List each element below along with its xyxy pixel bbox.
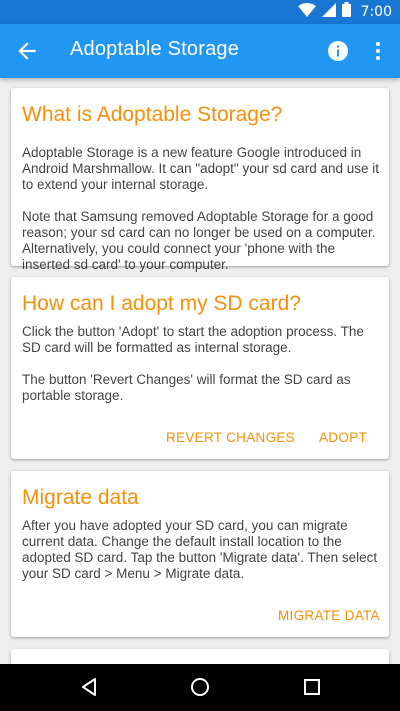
card-body: Click the button 'Adopt' to start the ad…	[22, 324, 364, 355]
more-vert-icon[interactable]	[366, 39, 390, 63]
card-title: Migrate data	[22, 486, 139, 509]
home-circle-icon[interactable]	[189, 676, 211, 698]
content-scroll[interactable]: What is Adoptable Storage? Adoptable Sto…	[0, 78, 400, 664]
app-bar: Adoptable Storage	[0, 24, 400, 78]
card-body: Adoptable Storage is a new feature Googl…	[22, 145, 380, 192]
wifi-icon	[297, 2, 316, 22]
card-migrate: Migrate data After you have adopted your…	[11, 471, 389, 637]
card-partial	[11, 649, 389, 664]
navigation-bar	[0, 664, 400, 711]
migrate-data-button[interactable]: MIGRATE DATA	[278, 608, 380, 623]
adopt-button[interactable]: ADOPT	[319, 430, 367, 445]
card-what-is: What is Adoptable Storage? Adoptable Sto…	[11, 88, 389, 272]
card-adopt: How can I adopt my SD card? Click the bu…	[11, 277, 389, 459]
revert-changes-button[interactable]: REVERT CHANGES	[166, 430, 295, 445]
card-title: What is Adoptable Storage?	[22, 103, 283, 126]
card-body: Note that Samsung removed Adoptable Stor…	[22, 209, 376, 272]
card-title: How can I adopt my SD card?	[22, 292, 301, 315]
recents-square-icon[interactable]	[301, 676, 323, 698]
card-body: After you have adopted your SD card, you…	[22, 518, 378, 581]
status-time: 7:00	[360, 4, 392, 20]
battery-icon	[341, 2, 351, 22]
signal-icon	[321, 2, 336, 22]
back-triangle-icon[interactable]	[78, 676, 100, 698]
back-arrow-icon[interactable]	[14, 38, 40, 64]
status-icons: 7:00	[297, 0, 392, 24]
info-icon[interactable]	[326, 39, 350, 63]
page-title: Adoptable Storage	[70, 38, 240, 60]
card-body: The button 'Revert Changes' will format …	[22, 372, 351, 403]
status-bar: 7:00	[0, 0, 400, 24]
